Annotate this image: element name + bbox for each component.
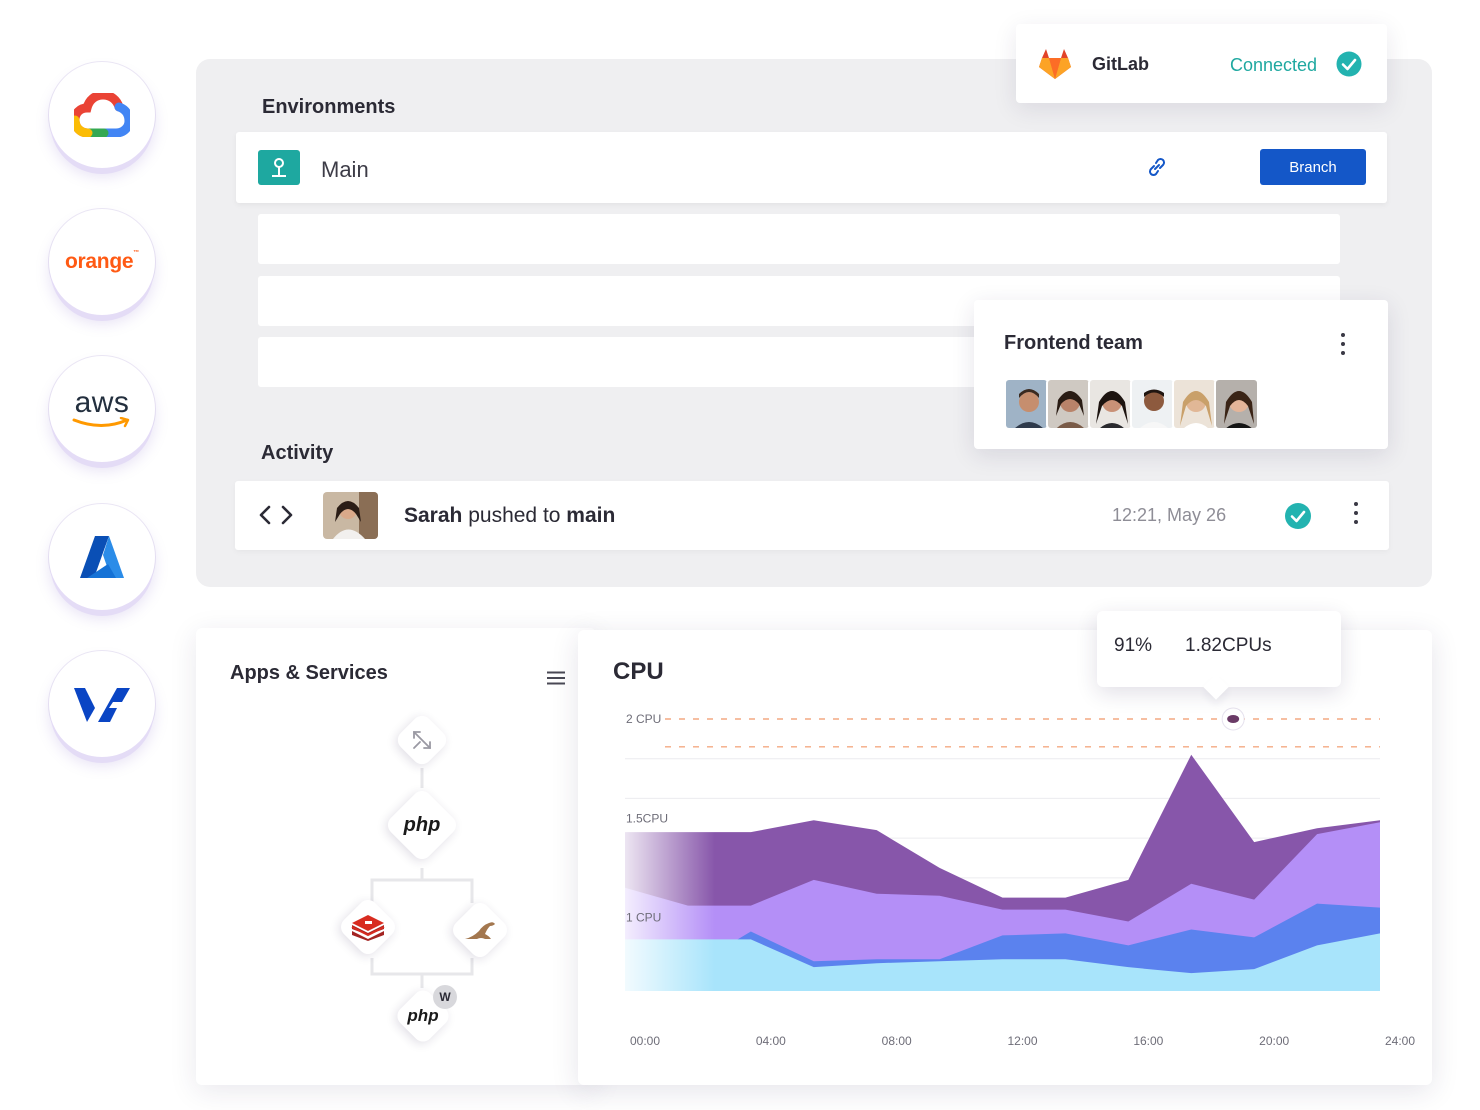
worker-badge: W [433, 985, 457, 1009]
provider-aws[interactable]: aws [49, 356, 155, 462]
provider-azure[interactable] [49, 504, 155, 610]
environment-pin-icon [258, 150, 300, 185]
more-options-icon[interactable] [1341, 333, 1345, 355]
router-arrows-icon [402, 720, 442, 760]
google-cloud-icon [74, 93, 130, 137]
avatar[interactable] [1172, 378, 1217, 430]
avatar[interactable] [1130, 378, 1175, 430]
aws-logo: aws [72, 388, 132, 429]
gitlab-connection-card[interactable]: GitLab Connected [1016, 24, 1387, 103]
cpu-tooltip: 91% 1.82CPUs [1097, 611, 1341, 687]
redis-icon [346, 905, 390, 949]
avatar [323, 492, 378, 539]
provider-orange[interactable]: orange™ [49, 209, 155, 315]
environment-main-row[interactable]: Main Branch [236, 132, 1387, 203]
gitlab-icon [1039, 49, 1071, 79]
aws-smile-icon [72, 417, 130, 428]
activity-item[interactable]: Sarah pushed to main 12:21, May 26 [235, 481, 1389, 550]
tooltip-cpus: 1.82CPUs [1185, 635, 1272, 656]
provider-google-cloud[interactable] [49, 62, 155, 168]
gitlab-name: GitLab [1092, 54, 1149, 74]
azure-icon [80, 536, 124, 578]
avatar[interactable] [1088, 378, 1133, 430]
code-icon [259, 505, 293, 525]
check-circle-icon [1285, 503, 1311, 529]
environments-title: Environments [262, 96, 396, 118]
cpu-title: CPU [613, 658, 664, 685]
team-title: Frontend team [1004, 332, 1143, 354]
cpu-card: CPU [578, 630, 1432, 1085]
php-label: php [403, 813, 441, 836]
more-options-icon[interactable] [1354, 502, 1358, 524]
avatar[interactable] [1214, 378, 1259, 430]
check-circle-icon [1336, 51, 1362, 77]
team-card[interactable]: Frontend team [974, 300, 1388, 449]
environment-name: Main [321, 157, 369, 182]
team-avatars [1004, 378, 1259, 430]
seal-icon [458, 908, 502, 952]
tooltip-percent: 91% [1114, 635, 1153, 656]
orange-logo: orange™ [65, 250, 139, 273]
avatar[interactable] [1004, 378, 1049, 430]
activity-title: Activity [261, 442, 334, 464]
connection-status: Connected [1230, 55, 1318, 75]
activity-timestamp: 12:21, May 26 [1112, 505, 1227, 525]
activity-text: Sarah pushed to main [404, 504, 616, 527]
provider-ovh[interactable] [49, 651, 155, 757]
avatar[interactable] [1046, 378, 1091, 430]
branch-button[interactable]: Branch [1260, 149, 1366, 185]
link-icon[interactable] [1145, 155, 1169, 179]
environment-row-placeholder[interactable] [258, 214, 1340, 264]
ovh-icon [74, 688, 130, 722]
apps-services-card: Apps & Services php php W [196, 628, 596, 1085]
